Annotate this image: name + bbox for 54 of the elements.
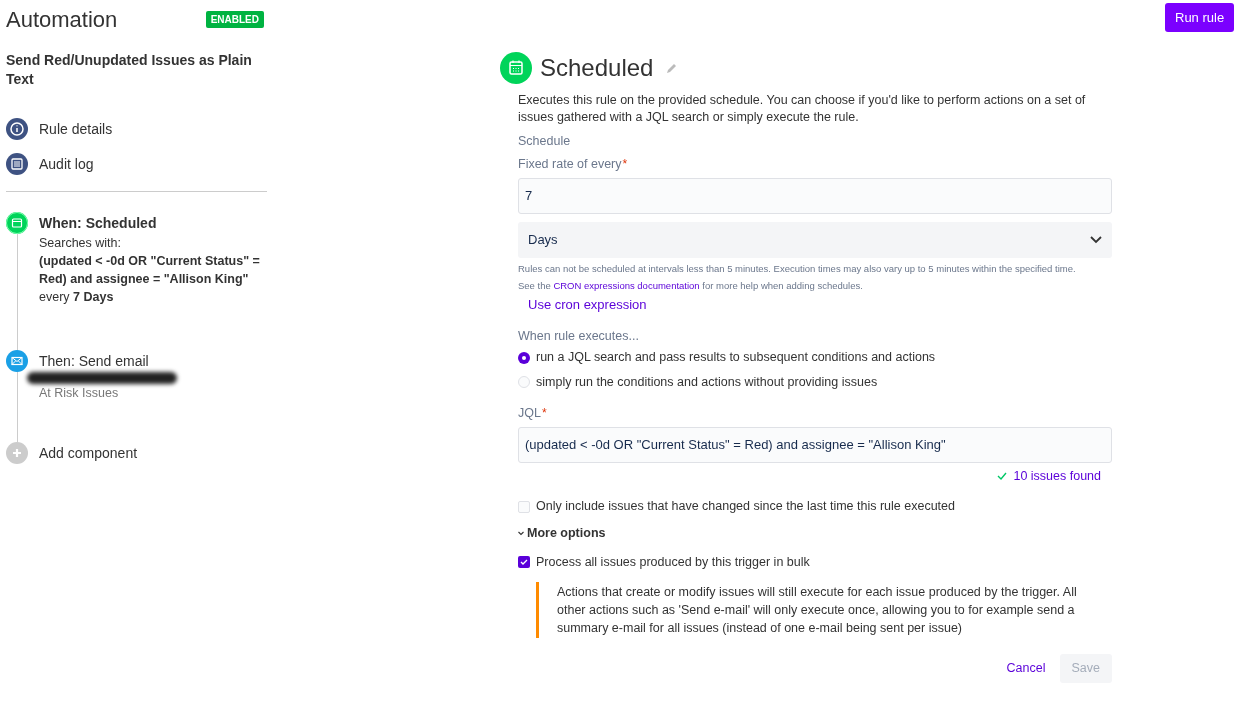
cancel-button[interactable]: Cancel: [1006, 658, 1046, 678]
cron-hint: See the CRON expressions documentation for more help when adding schedules.: [518, 278, 864, 293]
nav-item[interactable]: Rule details: [6, 118, 275, 140]
hint-text: Rules can not be scheduled at intervals less than 5 minutes. Execution times may also vary up to 5 minutes within the specified time.: [518, 261, 1077, 276]
calendar-icon: [6, 212, 28, 234]
component-title: Add component: [39, 444, 139, 463]
select-value: Days: [528, 230, 558, 249]
field-label: Fixed rate of every: [518, 155, 622, 173]
bulk-note: Actions that create or modify issues will still execute for each issue produced by the trigger. All other actions such as 'Send e-mail' will only execute once, allowing you to for example send a summary e-mail for all issues (instead of one e-mail being sent per issue): [557, 583, 1078, 637]
checkbox[interactable]: [518, 500, 530, 513]
app-title: Automation: [6, 5, 118, 34]
panel-title: Scheduled: [540, 53, 654, 83]
component-item[interactable]: When: Scheduled Searches with: (updated < -0d OR "Current Status" = Red) and assignee = "Allison King" every 7 Days: [6, 212, 275, 350]
checkbox[interactable]: [518, 556, 530, 569]
calendar-icon: [500, 52, 532, 84]
radio-label: simply run the conditions and actions without providing issues: [536, 374, 878, 391]
component-title: Then: Send email: [39, 352, 150, 371]
status-badge: ENABLED: [205, 10, 264, 28]
checkbox-label: Process all issues produced by this trigger in bulk: [536, 553, 810, 571]
list-icon: [6, 153, 28, 175]
envelope-icon: [6, 350, 28, 372]
field-label: When rule executes...: [518, 327, 640, 345]
checkbox-label: Only include issues that have changed since the last time this rule executed: [536, 498, 955, 516]
component-item[interactable]: Then: Send email At Risk Issues: [6, 350, 275, 442]
cron-link[interactable]: Use cron expression: [528, 295, 647, 315]
required-mark: *: [541, 404, 547, 422]
nav-label: Rule details: [39, 119, 113, 139]
field-label: JQL: [518, 404, 541, 422]
radio-button[interactable]: [518, 351, 530, 364]
nav-label: Audit log: [39, 154, 94, 174]
component-detail: (updated < -0d OR "Current Status" = Red) and assignee = "Allison King": [39, 253, 261, 288]
check-icon: [997, 471, 1008, 480]
description: Executes this rule on the provided schedule. You can choose if you'd like to perform actions on a set of issues gathered with a JQL search or simply execute the rule.: [518, 92, 1087, 126]
component-detail: every 7 Days: [39, 289, 115, 306]
more-options-toggle[interactable]: More options: [518, 524, 606, 543]
section-label: Schedule: [518, 133, 572, 150]
component-detail: At Risk Issues: [39, 385, 120, 402]
rate-input[interactable]: 7: [518, 177, 1112, 214]
radio-label: run a JQL search and pass results to subsequent conditions and actions: [536, 349, 936, 367]
info-icon: [6, 118, 28, 140]
chevron-down-icon: [518, 530, 524, 536]
run-rule-button[interactable]: Run rule: [1165, 3, 1235, 32]
cron-docs-link[interactable]: CRON expressions documentation: [553, 279, 700, 291]
component-detail: Searches with:: [39, 235, 122, 252]
chevron-down-icon: [1090, 235, 1102, 244]
component-item[interactable]: Add component: [6, 442, 275, 464]
component-title: When: Scheduled: [39, 214, 158, 233]
rule-name: Send Red/Unupdated Issues as Plain Text: [6, 51, 253, 89]
jql-input[interactable]: (updated < -0d OR "Current Status" = Red) and assignee = "Allison King": [518, 426, 1112, 463]
required-mark: *: [622, 155, 628, 173]
nav-item[interactable]: Audit log: [6, 153, 275, 175]
radio-button[interactable]: [518, 376, 530, 389]
unit-select[interactable]: Days: [518, 221, 1112, 258]
issues-found-link[interactable]: 10 issues found: [1013, 466, 1101, 486]
